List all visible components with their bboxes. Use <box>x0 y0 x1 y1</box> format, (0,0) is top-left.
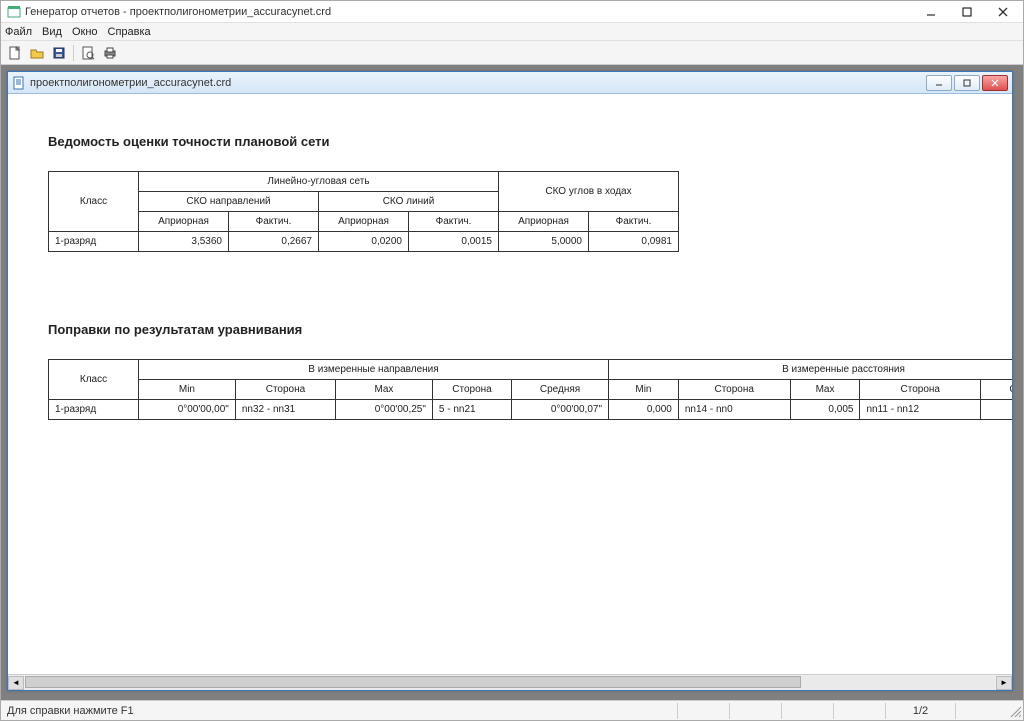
document-title: проектполигонометрии_accuracynet.crd <box>30 77 231 89</box>
c2-d-avg: 0°00'00,07" <box>512 400 609 420</box>
c2-d-min: 0°00'00,00" <box>139 400 236 420</box>
cell-class: 1-разряд <box>49 232 139 252</box>
th2-d-min: Min <box>139 380 236 400</box>
scroll-thumb[interactable] <box>25 676 801 688</box>
th2-s-min-side: Сторона <box>678 380 790 400</box>
menu-window[interactable]: Окно <box>72 26 98 38</box>
status-page: 1/2 <box>885 703 955 719</box>
status-pane-4 <box>833 703 883 719</box>
status-help-text: Для справки нажмите F1 <box>1 705 677 717</box>
app-title: Генератор отчетов - проектполигонометрии… <box>25 6 331 18</box>
cell-ang-fact: 0,0981 <box>589 232 679 252</box>
th-ang-fact: Фактич. <box>589 212 679 232</box>
th-skoug: СКО углов в ходах <box>499 172 679 212</box>
doc-minimize-button[interactable] <box>926 75 952 91</box>
mdi-area: проектполигонометрии_accuracynet.crd Вед… <box>1 65 1023 700</box>
toolbar <box>1 41 1023 65</box>
status-pane-5 <box>955 703 1005 719</box>
document-icon <box>12 76 26 90</box>
minimize-button[interactable] <box>913 2 949 22</box>
close-button[interactable] <box>985 2 1021 22</box>
th2-d-max-side: Сторона <box>432 380 511 400</box>
scroll-right-button[interactable]: ► <box>996 676 1012 690</box>
document-body[interactable]: Ведомость оценки точности плановой сети … <box>8 94 1012 674</box>
c2-s-min: 0,000 <box>609 400 679 420</box>
cell-ang-apr: 5,0000 <box>499 232 589 252</box>
th-skodir: СКО направлений <box>139 192 319 212</box>
th-dir-apr: Априорная <box>139 212 229 232</box>
c2-s-min-side: nn14 - nn0 <box>678 400 790 420</box>
section2-title: Поправки по результатам уравнивания <box>48 322 1012 337</box>
maximize-button[interactable] <box>949 2 985 22</box>
doc-close-button[interactable] <box>982 75 1008 91</box>
table-row: 1-разряд 0°00'00,00" nn32 - nn31 0°00'00… <box>49 400 1013 420</box>
cell-dir-fact: 0,2667 <box>229 232 319 252</box>
th-skolin: СКО линий <box>319 192 499 212</box>
th-lin-apr: Априорная <box>319 212 409 232</box>
th-class: Класс <box>49 172 139 232</box>
cell-lin-fact: 0,0015 <box>409 232 499 252</box>
table-row: 1-разряд 3,5360 0,2667 0,0200 0,0015 5,0… <box>49 232 679 252</box>
th2-dists: В измеренные расстояния <box>609 360 1013 380</box>
c2-d-max-side: 5 - nn21 <box>432 400 511 420</box>
th-lin-fact: Фактич. <box>409 212 499 232</box>
save-button[interactable] <box>49 43 69 63</box>
main-titlebar: Генератор отчетов - проектполигонометрии… <box>1 1 1023 23</box>
c2-d-max: 0°00'00,25" <box>336 400 433 420</box>
print-button[interactable] <box>100 43 120 63</box>
new-button[interactable] <box>5 43 25 63</box>
main-window: Генератор отчетов - проектполигонометрии… <box>0 0 1024 721</box>
cell-dir-apr: 3,5360 <box>139 232 229 252</box>
statusbar: Для справки нажмите F1 1/2 <box>1 700 1023 720</box>
th2-s-avg: Средняя <box>981 380 1012 400</box>
c2-s-max-side: nn11 - nn12 <box>860 400 981 420</box>
th2-s-max-side: Сторона <box>860 380 981 400</box>
section1-title: Ведомость оценки точности плановой сети <box>48 134 1012 149</box>
th2-d-min-side: Сторона <box>235 380 335 400</box>
status-pane-1 <box>677 703 727 719</box>
resize-grip[interactable] <box>1007 703 1023 719</box>
document-titlebar: проектполигонометрии_accuracynet.crd <box>8 72 1012 94</box>
accuracy-table: Класс Линейно-угловая сеть СКО углов в х… <box>48 171 679 252</box>
menubar: Файл Вид Окно Справка <box>1 23 1023 41</box>
th2-class: Класс <box>49 360 139 400</box>
th2-dirs: В измеренные направления <box>139 360 609 380</box>
scroll-track[interactable] <box>25 676 995 690</box>
status-pane-2 <box>729 703 779 719</box>
menu-help[interactable]: Справка <box>108 26 151 38</box>
c2-s-avg: 0,001 <box>981 400 1012 420</box>
th-ang-apr: Априорная <box>499 212 589 232</box>
th2-d-max: Max <box>336 380 433 400</box>
th-dir-fact: Фактич. <box>229 212 319 232</box>
scroll-left-button[interactable]: ◄ <box>8 676 24 690</box>
open-button[interactable] <box>27 43 47 63</box>
preview-button[interactable] <box>78 43 98 63</box>
cell-lin-apr: 0,0200 <box>319 232 409 252</box>
menu-file[interactable]: Файл <box>5 26 32 38</box>
th2-s-max: Max <box>790 380 860 400</box>
c2-class: 1-разряд <box>49 400 139 420</box>
app-icon <box>7 5 21 19</box>
c2-s-max: 0,005 <box>790 400 860 420</box>
report-content: Ведомость оценки точности плановой сети … <box>8 94 1012 440</box>
th2-s-min: Min <box>609 380 679 400</box>
th-linangnet: Линейно-угловая сеть <box>139 172 499 192</box>
corrections-table: Класс В измеренные направления В измерен… <box>48 359 1012 420</box>
menu-view[interactable]: Вид <box>42 26 62 38</box>
document-window: проектполигонометрии_accuracynet.crd Вед… <box>7 71 1013 691</box>
doc-maximize-button[interactable] <box>954 75 980 91</box>
c2-d-min-side: nn32 - nn31 <box>235 400 335 420</box>
status-pane-3 <box>781 703 831 719</box>
th2-d-avg: Средняя <box>512 380 609 400</box>
doc-horizontal-scrollbar[interactable]: ◄ ► <box>8 674 1012 690</box>
